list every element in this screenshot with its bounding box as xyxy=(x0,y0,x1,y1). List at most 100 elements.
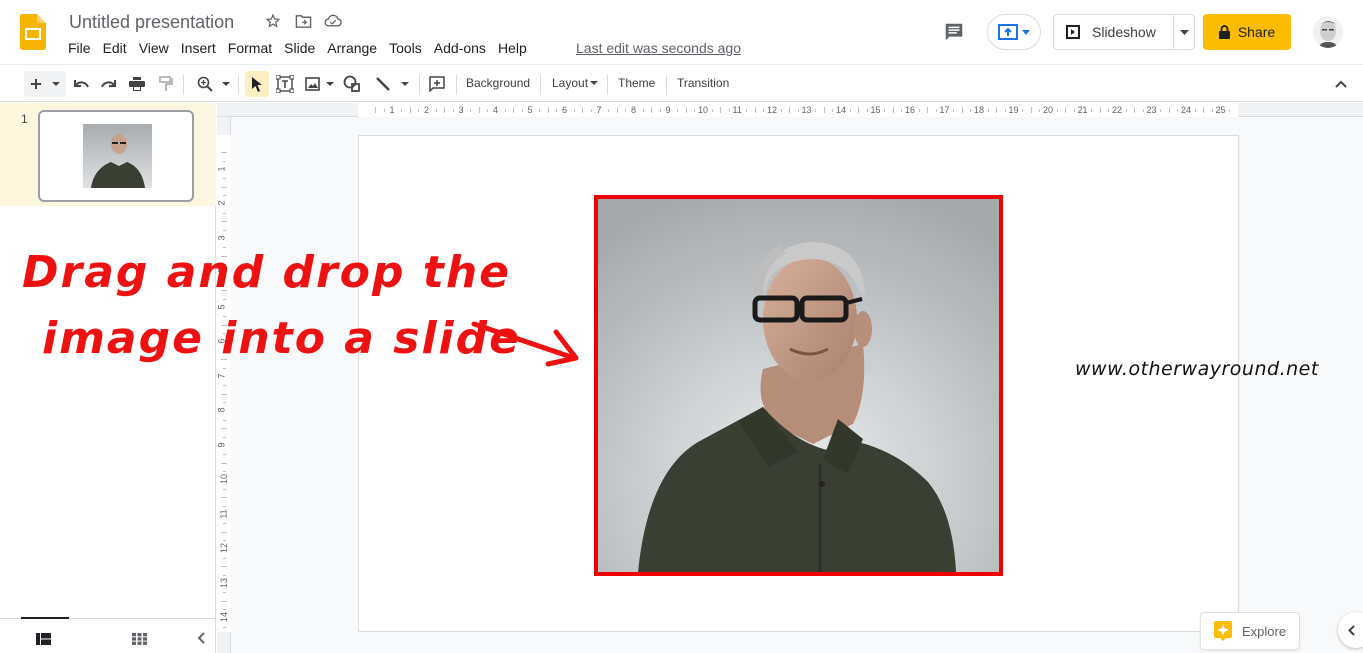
ruler-tick xyxy=(1056,109,1058,112)
menu-insert[interactable]: Insert xyxy=(175,39,222,57)
slideshow-button[interactable]: Slideshow xyxy=(1054,15,1174,49)
explore-sparkle-icon xyxy=(1214,621,1232,641)
undo-button[interactable] xyxy=(70,71,92,97)
move-folder-icon[interactable] xyxy=(293,11,313,31)
menu-tools[interactable]: Tools xyxy=(383,39,428,57)
horizontal-ruler[interactable]: 1 2 3 4 5 6 7 8 9 10 11 12 13 14 15 16 17 18 19 20 21 22 23 24 2… xyxy=(217,103,1363,117)
select-tool-button[interactable] xyxy=(245,71,269,97)
ruler-tick xyxy=(221,393,227,395)
toolbar: Background Layout Theme Transition xyxy=(0,64,1363,102)
toolbar-divider xyxy=(238,75,239,95)
ruler-tick xyxy=(1142,109,1144,112)
ruler-label: 11 xyxy=(218,508,229,519)
ruler-tick xyxy=(221,497,227,499)
ruler-label: 22 xyxy=(1112,105,1123,115)
menu-edit[interactable]: Edit xyxy=(97,39,133,57)
chevron-up-icon xyxy=(1335,80,1347,88)
ruler-tick xyxy=(223,402,226,404)
layout-button[interactable]: Layout xyxy=(552,76,599,90)
present-to-meeting-button[interactable] xyxy=(987,14,1041,50)
ruler-tick xyxy=(504,109,506,112)
ruler-tick xyxy=(1108,109,1110,112)
slideshow-options-dropdown[interactable] xyxy=(1174,15,1194,49)
ruler-tick xyxy=(573,109,575,112)
ruler-tick xyxy=(223,229,226,231)
paint-format-button[interactable] xyxy=(155,71,177,97)
chevron-down-icon xyxy=(590,81,599,85)
layout-label: Layout xyxy=(552,76,589,90)
menu-view[interactable]: View xyxy=(133,39,175,57)
menu-file[interactable]: File xyxy=(62,39,97,57)
background-button[interactable]: Background xyxy=(466,76,530,90)
slides-logo-icon[interactable] xyxy=(20,14,46,50)
filmstrip-view-button[interactable] xyxy=(36,632,51,650)
slide-canvas[interactable]: www.otherwayround.net xyxy=(358,135,1318,632)
transition-button[interactable]: Transition xyxy=(677,76,729,90)
image-icon xyxy=(304,77,320,91)
ruler-tick xyxy=(1039,109,1041,112)
menu-format[interactable]: Format xyxy=(222,39,278,57)
zoom-in-icon xyxy=(197,76,213,92)
menu-addons[interactable]: Add-ons xyxy=(428,39,492,57)
active-view-indicator xyxy=(21,617,69,619)
filmstrip-slide-row[interactable]: 1 xyxy=(0,103,216,206)
ruler-tick xyxy=(452,109,454,112)
line-button[interactable] xyxy=(372,71,412,97)
ruler-tick xyxy=(221,221,227,223)
ruler-tick xyxy=(223,471,226,473)
chevron-down-icon xyxy=(221,82,230,86)
menu-arrange[interactable]: Arrange xyxy=(321,39,383,57)
cloud-saved-icon[interactable] xyxy=(323,11,343,31)
chevron-left-icon xyxy=(1348,624,1355,636)
explore-button[interactable]: Explore xyxy=(1200,612,1300,650)
ruler-label: 8 xyxy=(216,407,227,413)
ruler-tick xyxy=(961,107,963,113)
ruler-tick xyxy=(221,600,227,602)
zoom-button[interactable] xyxy=(192,71,234,97)
ruler-tick xyxy=(1073,109,1075,112)
ruler-tick xyxy=(223,557,226,559)
ruler-tick xyxy=(832,109,834,112)
ruler-tick xyxy=(223,350,226,352)
google-slides-app: Untitled presentation File Edit View Ins… xyxy=(0,0,1363,653)
add-comment-button[interactable] xyxy=(426,71,448,97)
account-avatar[interactable] xyxy=(1313,16,1343,48)
ruler-label: 1 xyxy=(389,105,395,115)
shape-button[interactable] xyxy=(341,71,363,97)
new-slide-button[interactable] xyxy=(24,71,66,97)
grid-view-button[interactable] xyxy=(132,632,147,650)
ruler-tick xyxy=(935,109,937,112)
grid-view-icon xyxy=(132,633,147,645)
share-button[interactable]: Share xyxy=(1203,14,1291,50)
comments-button[interactable] xyxy=(940,18,968,46)
menu-slide[interactable]: Slide xyxy=(278,39,321,57)
slide-thumbnail[interactable] xyxy=(38,110,194,202)
ruler-tick xyxy=(1160,109,1162,112)
insert-image-button[interactable] xyxy=(302,71,336,97)
ruler-label: 12 xyxy=(767,105,778,115)
ruler-label: 6 xyxy=(216,338,227,344)
text-box-button[interactable] xyxy=(274,71,296,97)
ruler-tick xyxy=(659,109,661,112)
print-button[interactable] xyxy=(126,71,148,97)
ruler-tick xyxy=(746,109,748,112)
ruler-label: 25 xyxy=(1215,105,1226,115)
paint-format-icon xyxy=(159,76,173,91)
ruler-tick xyxy=(409,107,411,113)
collapse-filmstrip-button[interactable] xyxy=(190,627,212,649)
document-title[interactable]: Untitled presentation xyxy=(69,12,234,33)
ruler-tick xyxy=(521,109,523,112)
ruler-label: 1 xyxy=(216,165,227,172)
hide-menus-button[interactable] xyxy=(1331,74,1351,94)
ruler-label: 14 xyxy=(836,105,847,115)
menu-help[interactable]: Help xyxy=(492,39,533,57)
slide-image[interactable] xyxy=(594,195,1003,576)
star-icon[interactable] xyxy=(263,11,283,31)
redo-button[interactable] xyxy=(98,71,120,97)
ruler-tick xyxy=(221,324,227,326)
last-edit-link[interactable]: Last edit was seconds ago xyxy=(576,39,741,57)
ruler-tick xyxy=(1168,107,1170,113)
vertical-ruler[interactable]: 1 2 3 4 5 6 7 8 9 10 11 12 13 14 xyxy=(217,117,231,653)
ruler-label: 18 xyxy=(974,105,985,115)
theme-button[interactable]: Theme xyxy=(618,76,655,90)
